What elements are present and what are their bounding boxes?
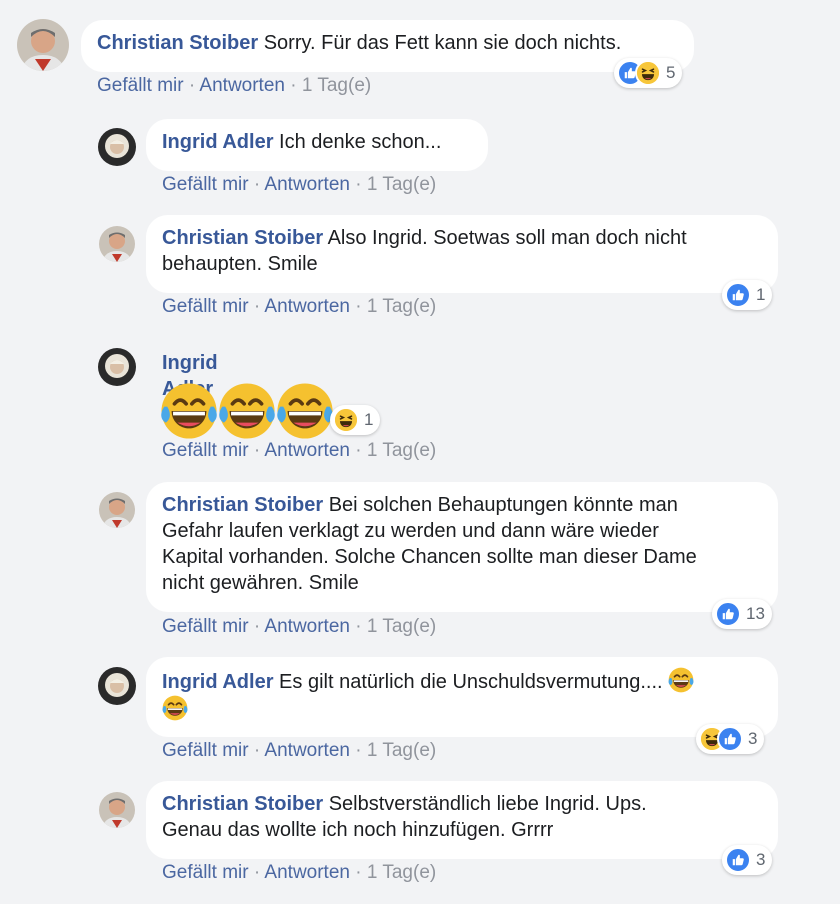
avatar[interactable] bbox=[17, 19, 69, 71]
separator: · bbox=[248, 296, 265, 317]
laugh-cry-emoji bbox=[218, 382, 276, 440]
timestamp[interactable]: 1 Tag(e) bbox=[367, 616, 436, 637]
comment-actions: Gefällt mir · Antworten · 1 Tag(e) bbox=[162, 616, 436, 638]
reply-link[interactable]: Antworten bbox=[264, 296, 350, 317]
laugh-cry-emoji bbox=[668, 667, 694, 693]
comment-text-line4: nicht gewähren. Smile bbox=[162, 572, 359, 594]
reaction-summary[interactable]: 13 bbox=[712, 599, 772, 629]
comment-actions: Gefällt mir · Antworten · 1 Tag(e) bbox=[162, 862, 436, 884]
like-link[interactable]: Gefällt mir bbox=[97, 75, 184, 96]
reply-link[interactable]: Antworten bbox=[264, 616, 350, 637]
separator: · bbox=[349, 740, 367, 761]
comment-bubble: Christian Stoiber Also Ingrid. Soetwas s… bbox=[146, 215, 778, 293]
avatar[interactable] bbox=[98, 667, 136, 705]
comment-text-line2: Genau das wollte ich noch hinzufügen. Gr… bbox=[162, 819, 554, 841]
reaction-summary[interactable]: 5 bbox=[614, 58, 683, 88]
separator: · bbox=[349, 174, 367, 195]
timestamp[interactable]: 1 Tag(e) bbox=[367, 740, 436, 761]
comment-actions: Gefällt mir · Antworten · 1 Tag(e) bbox=[162, 740, 436, 762]
reaction-count: 3 bbox=[756, 850, 766, 869]
separator: · bbox=[183, 75, 200, 96]
like-reaction-icon bbox=[717, 726, 743, 752]
avatar[interactable] bbox=[98, 128, 136, 166]
separator: · bbox=[248, 174, 265, 195]
separator: · bbox=[349, 296, 367, 317]
timestamp[interactable]: 1 Tag(e) bbox=[367, 174, 436, 195]
like-link[interactable]: Gefällt mir bbox=[162, 174, 249, 195]
like-link[interactable]: Gefällt mir bbox=[162, 296, 249, 317]
reaction-count: 13 bbox=[746, 604, 765, 623]
separator: · bbox=[349, 862, 367, 883]
laugh-cry-emoji bbox=[276, 382, 334, 440]
comment-text: Bei solchen Behauptungen könnte man bbox=[328, 494, 678, 516]
timestamp[interactable]: 1 Tag(e) bbox=[367, 862, 436, 883]
comment-text: Also Ingrid. Soetwas soll man doch nicht bbox=[327, 227, 687, 249]
avatar[interactable] bbox=[98, 348, 136, 386]
like-link[interactable]: Gefällt mir bbox=[162, 862, 249, 883]
reaction-count: 3 bbox=[748, 729, 758, 748]
comment-text: Sorry. Für das Fett kann sie doch nichts… bbox=[263, 32, 622, 54]
laugh-cry-emoji bbox=[160, 382, 218, 440]
comment-text: Selbstverständlich liebe Ingrid. Ups. bbox=[328, 793, 647, 815]
like-link[interactable]: Gefällt mir bbox=[162, 616, 249, 637]
reaction-count: 5 bbox=[666, 63, 676, 82]
timestamp[interactable]: 1 Tag(e) bbox=[367, 296, 436, 317]
commenter-name[interactable]: Christian Stoiber bbox=[97, 32, 258, 54]
haha-reaction-icon bbox=[333, 407, 359, 433]
commenter-name[interactable]: Ingrid Adler bbox=[162, 671, 273, 693]
timestamp[interactable]: 1 Tag(e) bbox=[302, 75, 371, 96]
reaction-count: 1 bbox=[756, 285, 766, 304]
like-reaction-icon bbox=[725, 847, 751, 873]
comment-bubble: Christian Stoiber Selbstverständlich lie… bbox=[146, 781, 778, 859]
comment-actions: Gefällt mir · Antworten · 1 Tag(e) bbox=[162, 174, 436, 196]
reply-link[interactable]: Antworten bbox=[199, 75, 285, 96]
separator: · bbox=[248, 440, 265, 461]
comment-text: Es gilt natürlich die Unschuldsvermutung… bbox=[279, 671, 663, 693]
comment-text-line3: Kapital vorhanden. Solche Chancen sollte… bbox=[162, 546, 697, 568]
comment-text-line2: behaupten. Smile bbox=[162, 253, 318, 275]
separator: · bbox=[284, 75, 302, 96]
reaction-summary[interactable]: 1 bbox=[722, 280, 773, 310]
avatar[interactable] bbox=[99, 226, 135, 262]
reply-link[interactable]: Antworten bbox=[264, 174, 350, 195]
reaction-count: 1 bbox=[364, 410, 374, 429]
separator: · bbox=[248, 616, 265, 637]
emoji-row bbox=[160, 382, 334, 440]
commenter-name[interactable]: Christian Stoiber bbox=[162, 494, 323, 516]
haha-reaction-icon bbox=[635, 60, 661, 86]
timestamp[interactable]: 1 Tag(e) bbox=[367, 440, 436, 461]
like-link[interactable]: Gefällt mir bbox=[162, 440, 249, 461]
reaction-summary[interactable]: 3 bbox=[696, 724, 765, 754]
comment-text-line2: Gefahr laufen verklagt zu werden und dan… bbox=[162, 520, 659, 542]
laugh-cry-emoji bbox=[162, 695, 188, 721]
reaction-summary[interactable]: 1 bbox=[330, 405, 381, 435]
comment-actions: Gefällt mir · Antworten · 1 Tag(e) bbox=[162, 440, 436, 462]
commenter-name[interactable]: Ingrid Adler bbox=[162, 131, 273, 153]
avatar[interactable] bbox=[99, 792, 135, 828]
separator: · bbox=[349, 440, 367, 461]
reply-link[interactable]: Antworten bbox=[264, 862, 350, 883]
commenter-name[interactable]: Christian Stoiber bbox=[162, 793, 323, 815]
separator: · bbox=[248, 862, 265, 883]
comment-bubble: Ingrid Adler Es gilt natürlich die Unsch… bbox=[146, 657, 778, 737]
like-reaction-icon bbox=[725, 282, 751, 308]
comment-bubble: Christian Stoiber Sorry. Für das Fett ka… bbox=[81, 20, 694, 72]
comment-bubble: Christian Stoiber Bei solchen Behauptung… bbox=[146, 482, 778, 612]
reaction-summary[interactable]: 3 bbox=[722, 845, 773, 875]
comment-bubble: Ingrid Adler Ich denke schon... bbox=[146, 119, 488, 171]
commenter-name[interactable]: Christian Stoiber bbox=[162, 227, 323, 249]
like-reaction-icon bbox=[715, 601, 741, 627]
reply-link[interactable]: Antworten bbox=[264, 440, 350, 461]
like-link[interactable]: Gefällt mir bbox=[162, 740, 249, 761]
avatar[interactable] bbox=[99, 492, 135, 528]
separator: · bbox=[248, 740, 265, 761]
separator: · bbox=[349, 616, 367, 637]
comment-actions: Gefällt mir · Antworten · 1 Tag(e) bbox=[97, 75, 371, 97]
reply-link[interactable]: Antworten bbox=[264, 740, 350, 761]
comment-actions: Gefällt mir · Antworten · 1 Tag(e) bbox=[162, 296, 436, 318]
comment-text: Ich denke schon... bbox=[279, 131, 442, 153]
